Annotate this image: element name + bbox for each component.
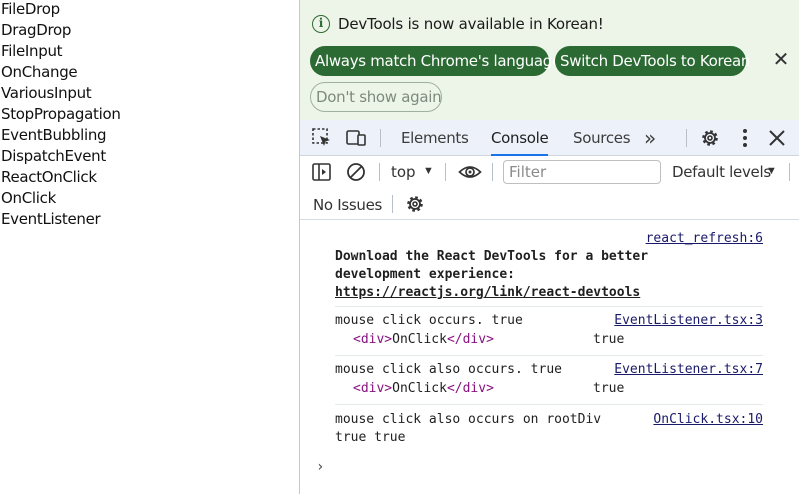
inspect-element-icon[interactable] (311, 127, 333, 149)
link-filedrop[interactable]: FileDrop (1, 0, 60, 18)
tag-open: <div> (353, 332, 393, 347)
info-icon: i (312, 15, 330, 33)
source-link[interactable]: EventListener.tsx:7 (614, 362, 763, 378)
devtools-link[interactable]: https://reactjs.org/link/react-devtools (335, 285, 640, 301)
log-levels-dropdown[interactable]: Default levels (672, 163, 771, 181)
switch-language-button[interactable]: Switch DevTools to Korean (555, 46, 750, 76)
clear-console-icon[interactable] (345, 161, 367, 183)
console-message: mouse click also occurs on rootDiv OnCli… (335, 412, 763, 452)
device-toolbar-icon[interactable] (345, 127, 367, 149)
more-tabs-icon[interactable]: » (644, 120, 656, 156)
tag-close: </div> (446, 332, 494, 347)
devtools-tab-bar: Elements Console Sources » (300, 120, 799, 156)
dont-show-again-button[interactable]: Don't show again (310, 82, 442, 112)
close-icon[interactable] (766, 127, 788, 149)
page-content: FileDrop DragDrop FileInput OnChange Var… (0, 0, 299, 494)
link-dragdrop[interactable]: DragDrop (1, 21, 71, 39)
message-text: Download the React DevTools for a better (335, 249, 649, 264)
infobar-message: DevTools is now available in Korean! (338, 15, 604, 33)
link-stoppropagation[interactable]: StopPropagation (1, 105, 121, 123)
toolbar-divider (686, 129, 687, 147)
message-divider (335, 404, 763, 405)
chevron-down-icon[interactable]: ▼ (766, 165, 777, 177)
filter-input[interactable] (503, 160, 661, 184)
eye-icon[interactable] (458, 161, 482, 183)
link-eventbubbling[interactable]: EventBubbling (1, 126, 107, 144)
console-output: react_refresh:6 Download the React DevTo… (300, 221, 799, 494)
tag-close: </div> (446, 381, 494, 396)
link-variousinput[interactable]: VariousInput (1, 84, 92, 102)
toolbar-divider (445, 163, 446, 181)
console-message: react_refresh:6 Download the React DevTo… (335, 231, 763, 307)
link-dispatchevent[interactable]: DispatchEvent (1, 147, 106, 165)
tab-sources[interactable]: Sources (573, 120, 631, 156)
close-icon[interactable]: ✕ (770, 49, 792, 71)
tag-open: <div> (353, 381, 393, 396)
element-node[interactable]: <div>OnClick</div> (353, 381, 494, 397)
message-divider (335, 306, 763, 307)
message-text: mouse click also occurs. true (335, 362, 562, 377)
match-language-button[interactable]: Always match Chrome's language (310, 46, 561, 76)
sidebar-toggle-icon[interactable] (311, 161, 333, 183)
toolbar-divider (392, 195, 393, 213)
link-reactonclick[interactable]: ReactOnClick (1, 168, 97, 186)
settings-gear-icon[interactable] (699, 127, 721, 149)
toolbar-divider (492, 163, 493, 181)
settings-gear-icon[interactable] (404, 193, 426, 215)
toolbar-divider (379, 163, 380, 181)
link-onclick[interactable]: OnClick (1, 189, 56, 207)
console-prompt[interactable]: › (316, 459, 324, 475)
element-node[interactable]: <div>OnClick</div> (353, 332, 494, 348)
message-text: mouse click occurs. true (335, 313, 523, 328)
boolean-value: true (593, 332, 625, 347)
context-selector[interactable]: top (391, 163, 416, 181)
message-text: development experience: (335, 267, 516, 282)
tag-text: OnClick (392, 381, 447, 396)
source-link[interactable]: EventListener.tsx:3 (614, 313, 763, 329)
toolbar-divider (380, 129, 381, 147)
link-eventlistener[interactable]: EventListener (1, 210, 101, 228)
devtools-panel: i DevTools is now available in Korean! A… (299, 0, 799, 494)
chevron-down-icon[interactable]: ▼ (423, 165, 434, 177)
source-link[interactable]: react_refresh:6 (646, 231, 763, 247)
tab-elements[interactable]: Elements (401, 120, 469, 156)
toolbar-divider (789, 163, 790, 181)
language-infobar: i DevTools is now available in Korean! A… (300, 0, 799, 120)
console-message: mouse click occurs. true EventListener.t… (335, 313, 763, 357)
tag-text: OnClick (392, 332, 447, 347)
issues-count[interactable]: No Issues (313, 196, 382, 214)
message-divider (335, 355, 763, 356)
link-fileinput[interactable]: FileInput (1, 42, 63, 60)
boolean-value: true (593, 381, 625, 396)
source-link[interactable]: OnClick.tsx:10 (653, 412, 763, 428)
console-message: mouse click also occurs. true EventListe… (335, 362, 763, 406)
link-onchange[interactable]: OnChange (1, 63, 78, 81)
message-text: true true (335, 430, 406, 445)
issues-bar: No Issues (300, 188, 799, 220)
console-toolbar: top ▼ Default levels ▼ (300, 156, 799, 188)
message-text: mouse click also occurs on rootDiv (335, 412, 602, 427)
tab-console[interactable]: Console (491, 120, 549, 156)
kebab-menu-icon[interactable] (734, 127, 756, 149)
